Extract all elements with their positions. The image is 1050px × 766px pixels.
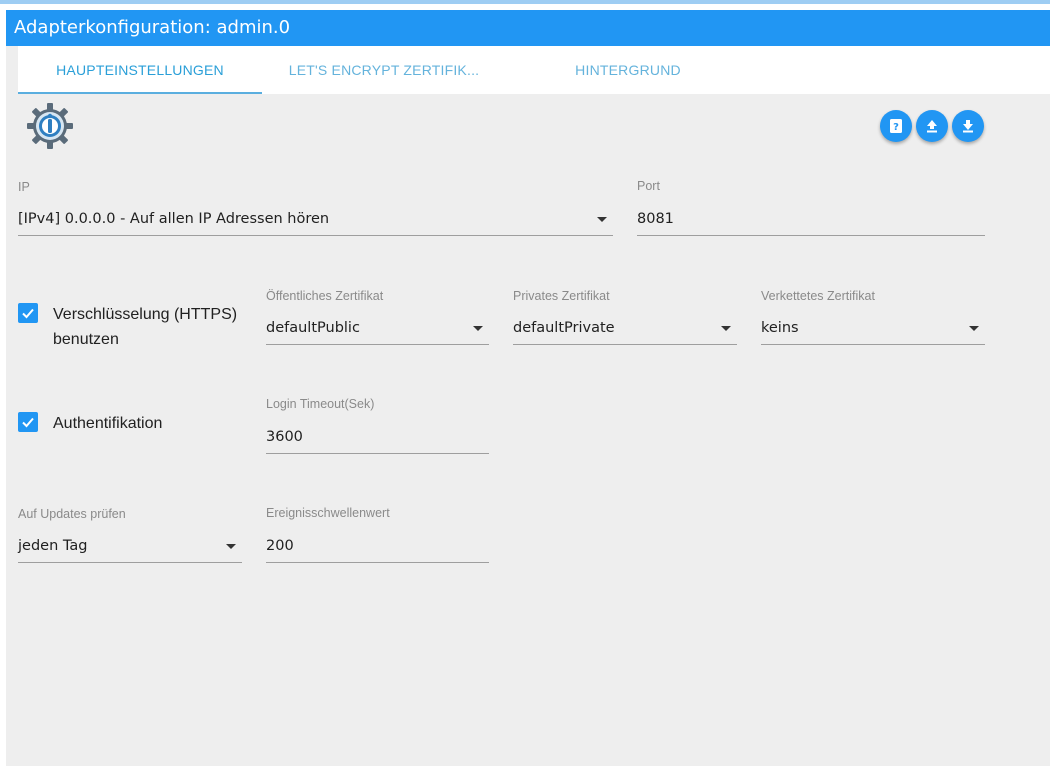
gear-logo-icon [27, 103, 73, 149]
event-threshold-value: 200 [266, 538, 294, 554]
tab-bar: HAUPTEINSTELLUNGEN LET'S ENCRYPT ZERTIFI… [18, 46, 1050, 94]
https-label-line1: Verschlüsselung (HTTPS) [53, 306, 238, 323]
top-strip [0, 0, 1050, 10]
private-cert-label: Privates Zertifikat [513, 289, 610, 303]
download-icon [963, 120, 973, 133]
port-label: Port [637, 179, 660, 193]
port-input[interactable]: 8081 [637, 202, 985, 236]
chevron-down-icon [226, 544, 236, 549]
public-cert-value: defaultPublic [266, 320, 360, 336]
ip-label: IP [18, 180, 30, 194]
updates-select[interactable]: jeden Tag [18, 529, 242, 563]
ip-select[interactable]: [IPv4] 0.0.0.0 - Auf allen IP Adressen h… [18, 202, 613, 236]
chevron-down-icon [721, 326, 731, 331]
tab-haupteinstellungen[interactable]: HAUPTEINSTELLUNGEN [18, 46, 262, 94]
tab-hintergrund[interactable]: HINTERGRUND [506, 46, 750, 94]
svg-text:?: ? [893, 122, 899, 133]
check-icon [22, 417, 34, 428]
adapter-logo [26, 102, 74, 150]
event-threshold-label: Ereignisschwellenwert [266, 506, 390, 520]
https-checkbox[interactable] [18, 303, 38, 323]
updates-value: jeden Tag [18, 538, 88, 554]
public-cert-label: Öffentliches Zertifikat [266, 289, 384, 303]
chained-cert-value: keins [761, 320, 799, 336]
download-button[interactable] [952, 110, 984, 142]
tab-lets-encrypt[interactable]: LET'S ENCRYPT ZERTIFIK... [262, 46, 506, 94]
private-cert-value: defaultPrivate [513, 320, 615, 336]
chevron-down-icon [969, 326, 979, 331]
help-book-icon: ? [890, 119, 902, 133]
chained-cert-select[interactable]: keins [761, 311, 985, 345]
https-label-line2: benutzen [53, 331, 119, 348]
config-panel: HAUPTEINSTELLUNGEN LET'S ENCRYPT ZERTIFI… [6, 46, 1050, 766]
login-timeout-label: Login Timeout(Sek) [266, 397, 375, 411]
updates-label: Auf Updates prüfen [18, 507, 126, 521]
chevron-down-icon [473, 326, 483, 331]
login-timeout-value: 3600 [266, 429, 303, 445]
event-threshold-input[interactable]: 200 [266, 529, 489, 563]
auth-checkbox[interactable] [18, 412, 38, 432]
login-timeout-input[interactable]: 3600 [266, 420, 489, 454]
ip-select-value: [IPv4] 0.0.0.0 - Auf allen IP Adressen h… [18, 211, 330, 227]
chevron-down-icon [597, 217, 607, 222]
auth-label: Authentifikation [53, 415, 163, 432]
window-title: Adapterkonfiguration: admin.0 [6, 10, 1050, 46]
check-icon [22, 308, 34, 319]
chained-cert-label: Verkettetes Zertifikat [761, 289, 875, 303]
public-cert-select[interactable]: defaultPublic [266, 311, 489, 345]
help-button[interactable]: ? [880, 110, 912, 142]
port-value: 8081 [637, 211, 674, 227]
upload-icon [927, 120, 937, 133]
upload-button[interactable] [916, 110, 948, 142]
private-cert-select[interactable]: defaultPrivate [513, 311, 737, 345]
